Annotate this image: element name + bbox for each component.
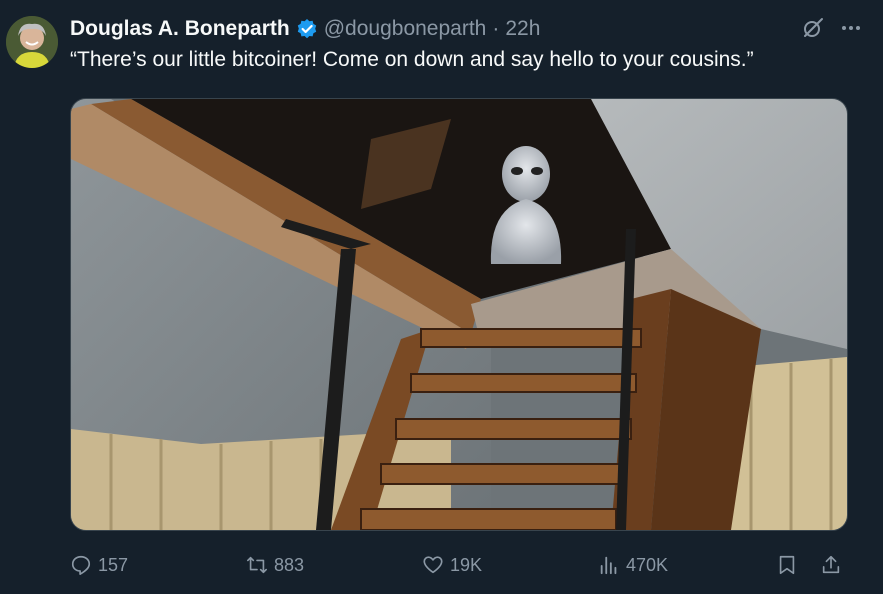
views-button[interactable]: 470K xyxy=(598,554,668,576)
tweet-media-image[interactable] xyxy=(70,98,848,531)
like-count: 19K xyxy=(450,554,483,575)
header-actions xyxy=(801,16,863,46)
views-icon xyxy=(600,556,617,575)
author-handle[interactable]: @dougboneparth xyxy=(324,17,487,41)
views-count: 470K xyxy=(626,554,669,575)
tweet-timestamp[interactable]: 22h xyxy=(505,17,540,41)
reply-count: 157 xyxy=(98,554,129,575)
retweet-count: 883 xyxy=(274,554,305,575)
share-icon xyxy=(822,555,840,574)
tweet-actions-bar: 157 883 19K 470K xyxy=(70,548,846,582)
attic-ladder-photo xyxy=(71,99,847,530)
author-name[interactable]: Douglas A. Boneparth xyxy=(70,17,290,41)
tweet-text: “There’s our little bitcoiner! Come on d… xyxy=(70,48,754,71)
bookmark-icon xyxy=(779,555,795,575)
share-button[interactable] xyxy=(820,554,842,576)
tweet-header: Douglas A. Boneparth @dougboneparth · 22… xyxy=(70,14,863,44)
retweet-button[interactable]: 883 xyxy=(246,554,304,576)
bookmark-button[interactable] xyxy=(776,554,798,576)
separator-dot: · xyxy=(492,17,500,40)
avatar-image xyxy=(6,16,58,68)
like-button[interactable]: 19K xyxy=(422,554,482,576)
verified-badge-icon xyxy=(297,19,316,39)
heart-icon xyxy=(423,556,443,574)
reply-button[interactable]: 157 xyxy=(70,554,128,576)
retweet-icon xyxy=(247,556,267,574)
author-avatar[interactable] xyxy=(6,16,58,68)
more-icon[interactable] xyxy=(839,16,863,46)
grok-icon[interactable] xyxy=(801,16,825,46)
reply-icon xyxy=(71,555,91,575)
